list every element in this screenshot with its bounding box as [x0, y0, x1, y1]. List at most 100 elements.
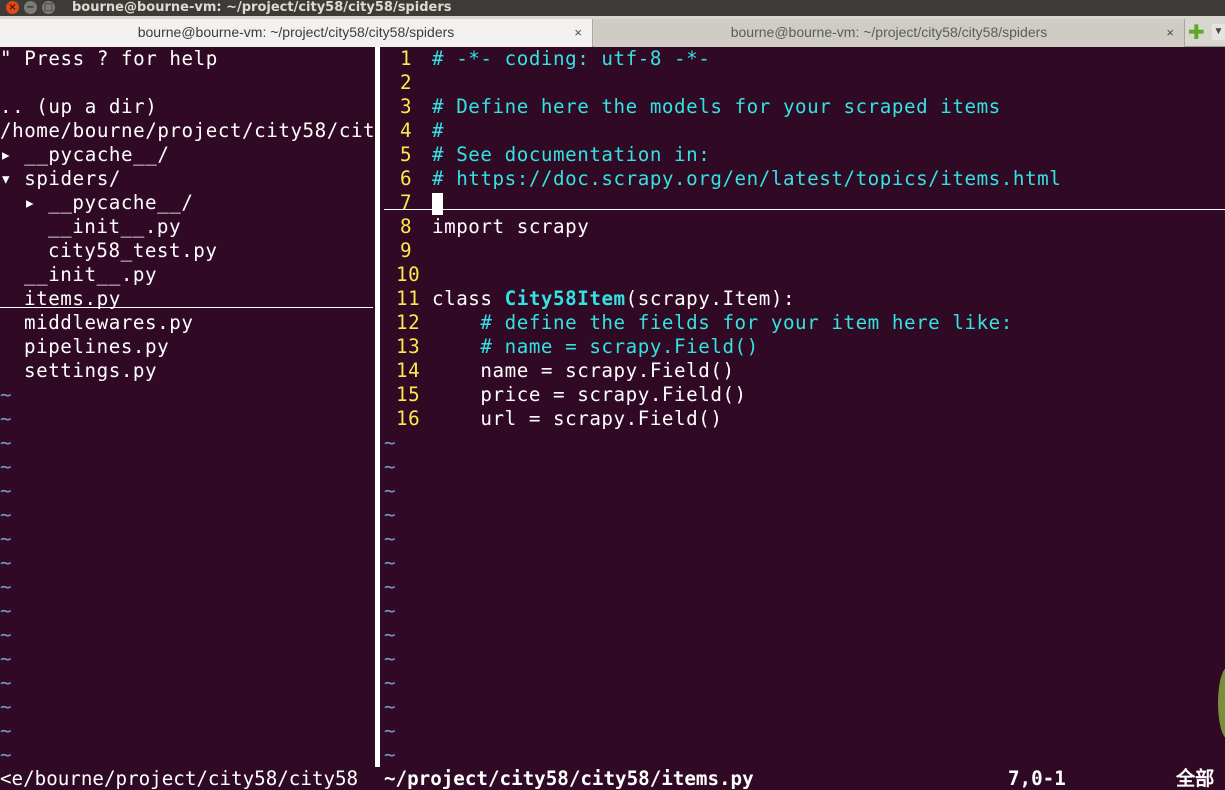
empty-line-marker: ~ [0, 479, 13, 502]
editor-status-filename: ~/project/city58/city58/items.py [384, 767, 754, 790]
empty-line-marker: ~ [384, 527, 397, 550]
empty-line-marker: ~ [0, 623, 13, 646]
code-text: scrapy [504, 215, 590, 238]
window-minimize-button[interactable]: − [24, 1, 37, 14]
empty-line-marker: ~ [384, 647, 397, 670]
empty-line-marker: ~ [384, 431, 397, 454]
new-tab-icon[interactable]: ✚ [1188, 22, 1205, 42]
window-titlebar: × − □ bourne@bourne-vm: ~/project/city58… [0, 0, 1225, 16]
line-number: 16 [396, 407, 421, 430]
empty-line-marker: ~ [384, 719, 397, 742]
tab-close-icon[interactable]: × [1166, 19, 1174, 46]
code-line[interactable]: # define the fields for your item here l… [432, 311, 1013, 335]
tree-status-path: <e/bourne/project/city58/city58 [0, 767, 359, 790]
line-number: 5 [400, 143, 413, 166]
line-number: 7 [400, 191, 413, 214]
split-bar [375, 47, 380, 767]
close-icon: × [8, 2, 17, 13]
code-line[interactable]: url = scrapy.Field() [432, 407, 722, 431]
tab-terminal-2[interactable]: bourne@bourne-vm: ~/project/city58/city5… [594, 19, 1185, 47]
tab-scroll-icon[interactable]: ▼ [1212, 24, 1225, 40]
tab-label: bourne@bourne-vm: ~/project/city58/city5… [730, 24, 1048, 40]
tree-item-label: spiders/ [24, 167, 122, 190]
tree-item[interactable]: __init__.py [24, 263, 157, 287]
empty-line-marker: ~ [0, 575, 13, 598]
code-line[interactable]: # Define here the models for your scrape… [432, 95, 1001, 119]
file-tree-pane[interactable]: " Press ? for help .. (up a dir) /home/b… [0, 47, 373, 767]
line-number: 14 [396, 359, 421, 382]
tree-item[interactable]: __init__.py [48, 215, 181, 239]
code-line[interactable]: name = scrapy.Field() [432, 359, 735, 383]
cursor-position: 7,0-1 [1008, 767, 1066, 790]
terminal-area[interactable]: " Press ? for help .. (up a dir) /home/b… [0, 47, 1225, 790]
window-close-button[interactable]: × [6, 1, 19, 14]
empty-line-marker: ~ [0, 551, 13, 574]
code-line[interactable]: # [432, 119, 444, 143]
empty-line-marker: ~ [0, 743, 13, 766]
tree-item[interactable]: ▸ __pycache__/ [0, 143, 169, 167]
line-number: 2 [400, 71, 413, 94]
code-text: (scrapy.Item): [625, 287, 796, 310]
tab-bar: bourne@bourne-vm: ~/project/city58/city5… [0, 16, 1225, 47]
expanded-arrow-icon: ▾ [0, 167, 13, 190]
empty-line-marker: ~ [384, 479, 397, 502]
empty-line-marker: ~ [0, 647, 13, 670]
tree-item[interactable]: ▾ spiders/ [0, 167, 121, 191]
empty-line-marker: ~ [0, 407, 13, 430]
editor-cursorline [384, 209, 1225, 210]
collapsed-arrow-icon: ▸ [0, 143, 13, 166]
text-cursor [432, 192, 443, 215]
empty-line-marker: ~ [384, 575, 397, 598]
empty-line-marker: ~ [384, 671, 397, 694]
code-line[interactable]: # name = scrapy.Field() [432, 335, 759, 359]
tree-item[interactable]: settings.py [24, 359, 157, 383]
code-line[interactable]: import scrapy [432, 215, 589, 239]
code-line[interactable]: # https://doc.scrapy.org/en/latest/topic… [432, 167, 1061, 191]
line-number: 15 [396, 383, 421, 406]
vim-statusline: <e/bourne/project/city58/city58 ~/projec… [0, 767, 1225, 790]
empty-line-marker: ~ [0, 719, 13, 742]
empty-line-marker: ~ [0, 431, 13, 454]
empty-line-marker: ~ [0, 695, 13, 718]
empty-line-marker: ~ [384, 743, 397, 766]
line-number: 8 [400, 215, 413, 238]
code-line[interactable]: # -*- coding: utf-8 -*- [432, 47, 710, 71]
line-number: 3 [400, 95, 413, 118]
window-split-separator[interactable] [373, 47, 384, 767]
line-number: 6 [400, 167, 413, 190]
empty-line-marker: ~ [384, 551, 397, 574]
maximize-icon: □ [43, 2, 54, 13]
empty-line-marker: ~ [384, 599, 397, 622]
tree-up-dir[interactable]: .. (up a dir) [0, 95, 157, 119]
empty-line-marker: ~ [384, 695, 397, 718]
line-number: 1 [400, 47, 413, 70]
collapsed-arrow-icon: ▸ [24, 191, 37, 214]
class-name: City58Item [504, 287, 626, 310]
tree-help-text: " Press ? for help [0, 47, 218, 70]
empty-line-marker: ~ [384, 455, 397, 478]
empty-line-marker: ~ [0, 455, 13, 478]
window-maximize-button[interactable]: □ [42, 1, 55, 14]
code-line-current[interactable] [432, 191, 443, 215]
tree-item[interactable]: city58_test.py [48, 239, 217, 263]
code-line[interactable]: price = scrapy.Field() [432, 383, 747, 407]
tab-terminal-1[interactable]: bourne@bourne-vm: ~/project/city58/city5… [0, 19, 593, 47]
tab-close-icon[interactable]: × [574, 19, 582, 46]
empty-line-marker: ~ [384, 503, 397, 526]
keyword-class: class [432, 287, 493, 310]
code-line[interactable]: class City58Item(scrapy.Item): [432, 287, 795, 311]
tree-item[interactable]: ▸ __pycache__/ [24, 191, 193, 215]
editor-pane[interactable]: 1 # -*- coding: utf-8 -*- 2 3 # Define h… [384, 47, 1225, 767]
tree-item-label: __pycache__/ [24, 143, 170, 166]
empty-line-marker: ~ [0, 599, 13, 622]
tree-item[interactable]: pipelines.py [24, 335, 169, 359]
empty-line-marker: ~ [0, 383, 13, 406]
code-line[interactable]: # See documentation in: [432, 143, 710, 167]
tree-root-path[interactable]: /home/bourne/project/city58/cit [0, 119, 373, 143]
tree-item[interactable]: middlewares.py [24, 311, 193, 335]
line-number: 11 [396, 287, 421, 310]
line-number: 4 [400, 119, 413, 142]
tab-label: bourne@bourne-vm: ~/project/city58/city5… [137, 24, 455, 40]
window-title: bourne@bourne-vm: ~/project/city58/city5… [72, 0, 452, 15]
line-number: 13 [396, 335, 421, 358]
